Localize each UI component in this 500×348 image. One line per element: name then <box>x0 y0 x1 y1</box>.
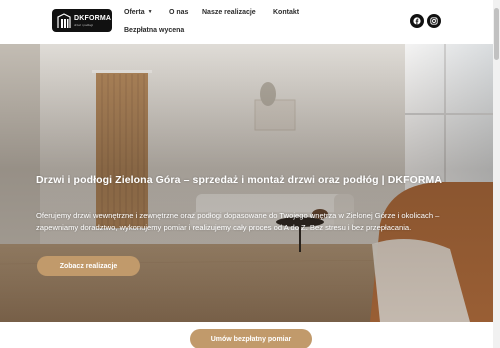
see-projects-button[interactable]: Zobacz realizacje <box>37 256 140 276</box>
instagram-icon[interactable] <box>427 14 441 28</box>
book-measurement-button[interactable]: Umów bezpłatny pomiar <box>190 329 312 348</box>
logo-subtitle: drzwi i podłogi <box>74 22 94 27</box>
site-header: DKFORMA drzwi i podłogi Oferta ▼ O nas Na… <box>0 0 500 44</box>
chevron-down-icon: ▼ <box>147 9 153 15</box>
bottom-cta-bar: Umów bezpłatny pomiar <box>0 322 500 348</box>
scrollbar-thumb[interactable] <box>494 8 499 60</box>
scrollbar[interactable] <box>493 0 500 348</box>
logo-title: DKFORMA <box>74 14 112 22</box>
hero-section: Drzwi i podłogi Zielona Góra – sprzedaż … <box>0 44 500 322</box>
page-title: Drzwi i podłogi Zielona Góra – sprzedaż … <box>36 174 443 186</box>
nav-item-wycena[interactable]: Bezpłatna wycena <box>124 27 184 34</box>
main-nav: Oferta ▼ O nas Nasze realizacje Kontakt B… <box>122 0 322 44</box>
nav-item-o-nas[interactable]: O nas <box>169 9 188 16</box>
nav-item-kontakt[interactable]: Kontakt <box>273 9 299 16</box>
logo[interactable]: DKFORMA drzwi i podłogi <box>52 9 112 32</box>
door-logo-icon <box>57 12 71 29</box>
hero-description: Oferujemy drzwi wewnętrzne i zewnętrzne … <box>36 211 440 232</box>
nav-item-oferta[interactable]: Oferta ▼ <box>124 9 153 16</box>
nav-item-realizacje[interactable]: Nasze realizacje <box>202 9 256 16</box>
nav-item-oferta-label: Oferta <box>124 9 145 16</box>
facebook-icon[interactable] <box>410 14 424 28</box>
